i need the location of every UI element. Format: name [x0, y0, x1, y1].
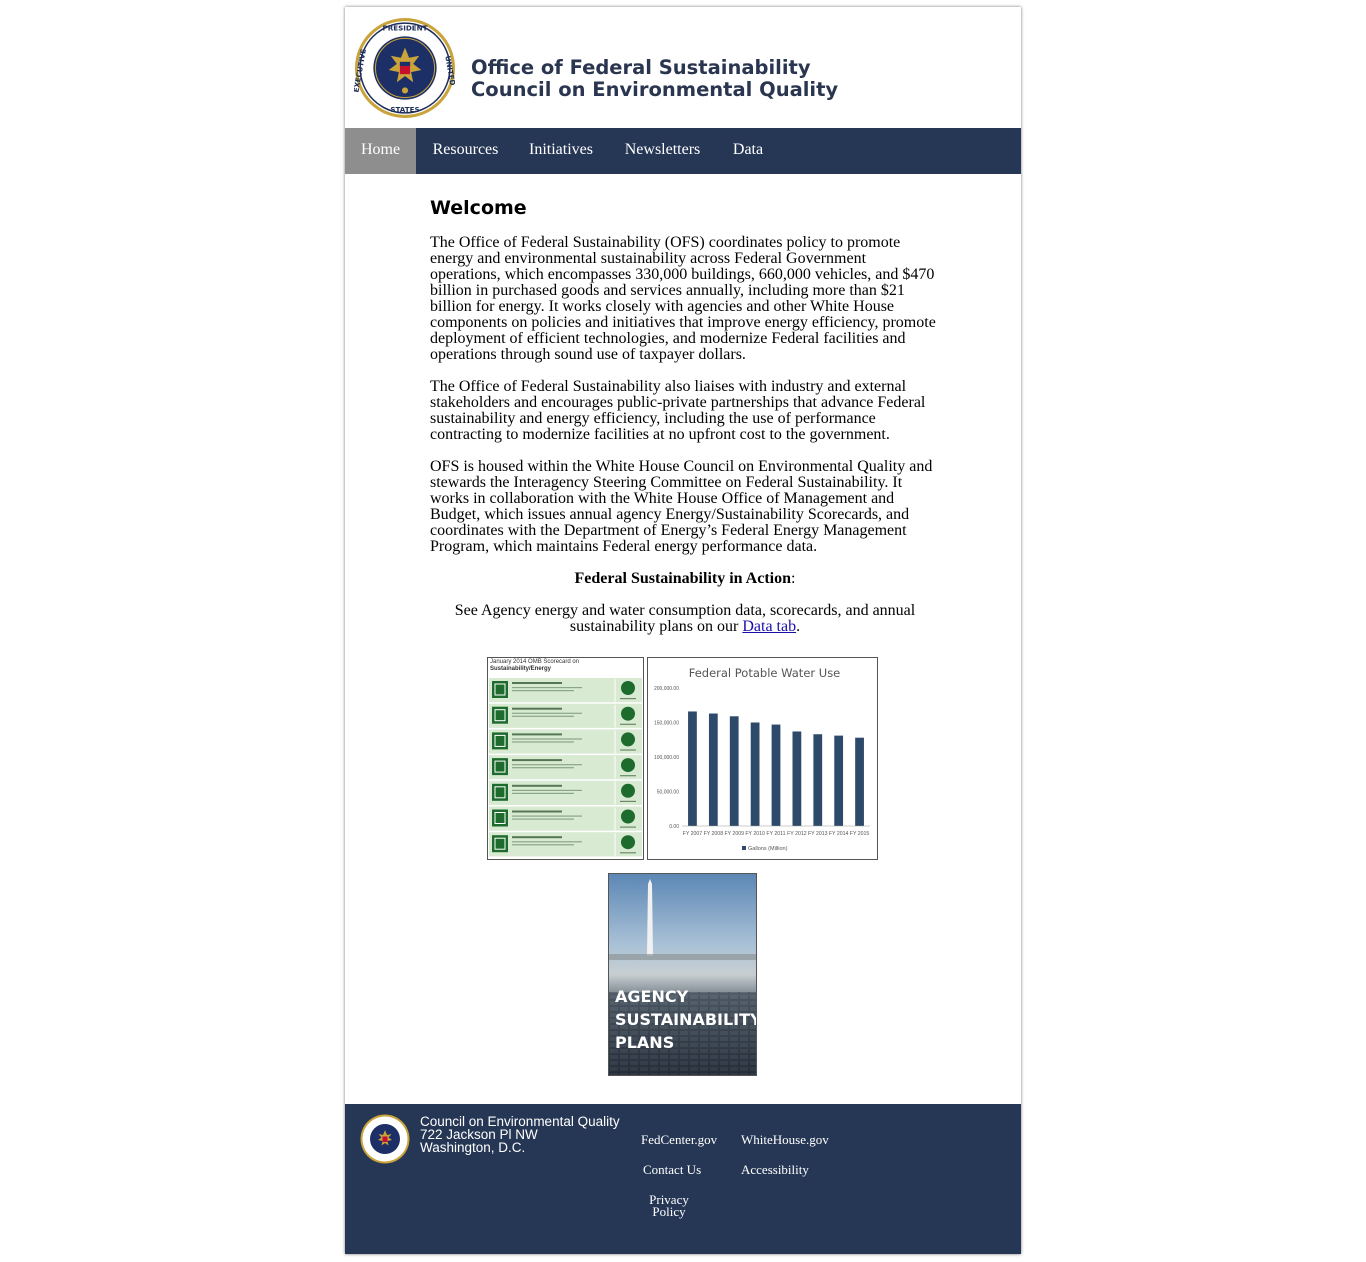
- footer-link-fedcenter[interactable]: FedCenter.gov: [641, 1133, 717, 1146]
- x-tick-label: FY 2015: [850, 831, 870, 837]
- footer-link-contact[interactable]: Contact Us: [643, 1163, 701, 1176]
- water-use-chart-svg: Federal Potable Water Use 0.00 50,000.00 10…: [654, 666, 870, 852]
- plans-title-line3: PLANS: [615, 1033, 674, 1052]
- chart-title: Federal Potable Water Use: [689, 666, 841, 680]
- site-title-line2: Council on Environmental Quality: [471, 78, 839, 101]
- footer-link-accessibility[interactable]: Accessibility: [741, 1163, 809, 1176]
- scorecard-thumbnail[interactable]: January 2014 OMB Scorecard on Sustainabi…: [487, 657, 644, 860]
- chart-bar: [729, 716, 739, 826]
- nav-resources[interactable]: Resources: [418, 128, 513, 174]
- footer-address-line3: Washington, D.C.: [420, 1140, 526, 1155]
- page-title: Welcome: [430, 197, 527, 219]
- site-title: Office of Federal Sustainability Council…: [471, 57, 838, 101]
- data-tab-link[interactable]: Data tab: [742, 618, 796, 635]
- x-tick-label: FY 2014: [829, 831, 849, 837]
- chart-bar: [855, 737, 864, 826]
- nav-data[interactable]: Data: [719, 128, 777, 174]
- chart-bar: [750, 722, 760, 826]
- chart-bar: [708, 713, 718, 826]
- legend-label: Gallons (Million): [748, 846, 788, 852]
- y-tick-label: 50,000.00: [657, 790, 679, 796]
- nav-newsletters[interactable]: Newsletters: [610, 128, 715, 174]
- scorecard-status-dot: [621, 835, 635, 850]
- sustainability-plans-thumbnail[interactable]: AGENCY SUSTAINABILITY PLANS: [608, 873, 757, 1076]
- site-title-line1: Office of Federal Sustainability: [471, 56, 811, 79]
- y-tick-label: 0.00: [669, 824, 679, 830]
- action-heading: Federal Sustainability in Action:: [430, 571, 940, 587]
- intro-paragraph-3: OFS is housed within the White House Cou…: [430, 458, 933, 555]
- site-header: PRESIDENT STATES EXECUTIVE UNITED Office…: [345, 7, 1021, 128]
- action-heading-text: Federal Sustainability in Action: [574, 570, 791, 587]
- data-tab-sentence: See Agency energy and water consumption …: [450, 603, 920, 635]
- x-tick-label: FY 2008: [704, 831, 724, 837]
- scorecard-status-dot: [621, 732, 635, 747]
- chart-bar: [771, 724, 781, 826]
- intro-paragraph-1: The Office of Federal Sustainability (OF…: [430, 234, 936, 363]
- svg-text:STATES: STATES: [390, 105, 419, 114]
- scorecard-row: [489, 729, 642, 754]
- nav-initiatives[interactable]: Initiatives: [515, 128, 607, 174]
- scorecard-rows: [489, 678, 642, 857]
- scorecard-row: [489, 806, 642, 831]
- scorecard-status-dot: [621, 809, 635, 824]
- scorecard-row: [489, 780, 642, 805]
- x-tick-label: FY 2011: [766, 831, 785, 837]
- footer-link-privacy-line2: Policy: [652, 1204, 686, 1219]
- chart-bar: [792, 731, 802, 826]
- scorecard-status-dot: [621, 783, 635, 798]
- chart-bar: [688, 711, 697, 826]
- plans-title-line1: AGENCY: [615, 987, 689, 1006]
- scorecard-status-dot: [621, 681, 635, 695]
- intro-paragraph-2: The Office of Federal Sustainability als…: [430, 378, 926, 443]
- x-tick-label: FY 2009: [724, 831, 744, 837]
- footer-link-whitehouse[interactable]: WhiteHouse.gov: [741, 1133, 829, 1146]
- chart-bar: [834, 735, 844, 826]
- scorecard-row: [489, 832, 642, 857]
- x-tick-label: FY 2013: [808, 831, 828, 837]
- nav-home[interactable]: Home: [345, 128, 416, 174]
- footer-seal-icon: [360, 1114, 410, 1164]
- chart-bar: [813, 734, 823, 826]
- scorecard-status-dot: [621, 706, 635, 721]
- scorecard-status-dot: [621, 758, 635, 773]
- scorecard-row: [489, 678, 642, 703]
- footer-link-privacy[interactable]: Privacy Policy: [641, 1193, 697, 1219]
- x-tick-label: FY 2012: [787, 831, 807, 837]
- y-tick-label: 100,000.00: [654, 755, 679, 761]
- data-tab-sentence-text: See Agency energy and water consumption …: [454, 602, 916, 635]
- main-nav: Home Resources Initiatives Newsletters D…: [345, 128, 1021, 174]
- scorecard-row: [489, 703, 642, 728]
- scorecard-row: [489, 755, 642, 780]
- svg-text:PRESIDENT: PRESIDENT: [383, 23, 428, 32]
- page-frame: PRESIDENT STATES EXECUTIVE UNITED Office…: [345, 7, 1021, 1254]
- x-tick-label: FY 2007: [683, 831, 703, 837]
- plans-cover-image: AGENCY SUSTAINABILITY PLANS: [609, 874, 756, 1075]
- action-heading-colon: :: [791, 570, 796, 587]
- y-tick-label: 150,000.00: [654, 721, 679, 727]
- footer-address: Council on Environmental Quality 722 Jac…: [420, 1115, 620, 1155]
- plans-title-line2: SUSTAINABILITY: [615, 1010, 756, 1029]
- presidential-seal-icon: PRESIDENT STATES EXECUTIVE UNITED: [354, 18, 456, 118]
- data-tab-sentence-end: .: [796, 618, 801, 635]
- x-tick-label: FY 2010: [745, 831, 765, 837]
- site-footer: Council on Environmental Quality 722 Jac…: [345, 1104, 1021, 1254]
- water-use-chart[interactable]: Federal Potable Water Use 0.00 50,000.00 10…: [647, 657, 878, 860]
- y-tick-label: 200,000.00: [654, 686, 679, 692]
- legend-swatch: [742, 846, 746, 850]
